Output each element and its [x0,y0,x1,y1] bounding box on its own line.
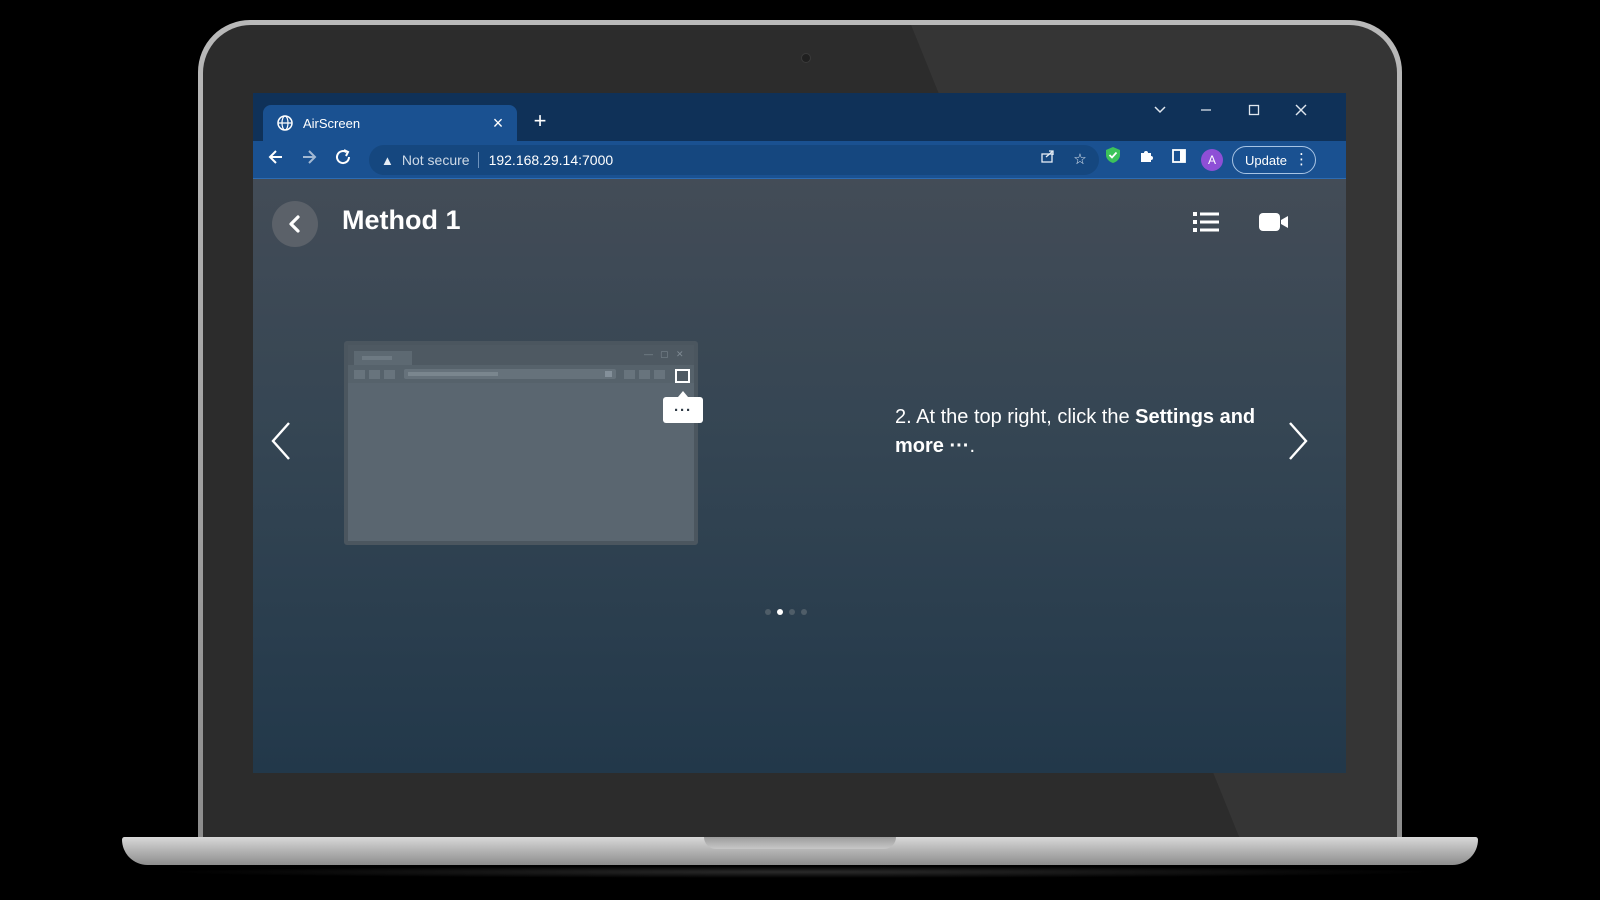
illustration-highlight-box [675,369,690,383]
browser-tab-active[interactable]: AirScreen × [263,105,517,141]
new-tab-button[interactable]: + [528,109,552,133]
carousel-dot[interactable] [765,609,771,615]
close-window-icon[interactable] [1287,99,1315,127]
carousel-dot[interactable] [789,609,795,615]
address-separator [477,152,479,168]
laptop-bezel: AirScreen × + ▲ Not secure 192.168.29.14… [203,25,1397,845]
arrow-left-icon [268,150,282,164]
back-nav-button[interactable] [262,146,290,174]
browser-illustration: — ▢ ✕ ··· [344,341,703,545]
illustration-tab [354,351,412,365]
video-camera-icon[interactable] [1259,211,1289,233]
webcam [801,53,811,63]
instruction-end: . [969,435,976,457]
address-bar[interactable]: ▲ Not secure 192.168.29.14:7000 ☆ [369,145,1099,175]
maximize-icon[interactable] [1240,99,1268,127]
illustration-tool-block [654,370,665,379]
share-icon[interactable] [1037,145,1059,175]
back-button[interactable] [272,201,318,247]
arrow-right-icon [303,150,317,164]
settings-more-callout: ··· [663,391,703,423]
reload-button[interactable] [329,146,357,174]
illustration-restore-icon: ▢ [660,349,669,359]
illustration-nav-block [354,370,365,379]
globe-icon [277,115,293,131]
illustration-nav-block [369,370,380,379]
reload-icon [336,149,351,165]
security-label[interactable]: Not secure [402,152,470,168]
chevron-left-icon [289,215,300,233]
minimize-icon[interactable] [1192,99,1220,127]
forward-nav-button[interactable] [295,146,323,174]
url-text[interactable]: 192.168.29.14:7000 [489,152,614,168]
bookmark-star-icon[interactable]: ☆ [1069,145,1091,175]
kebab-menu-icon[interactable]: ⋮ [1294,147,1309,173]
profile-avatar[interactable]: A [1201,149,1223,171]
laptop-shadow [160,866,1440,878]
illustration-address-bar [404,369,616,379]
illustration-tool-block [639,370,650,379]
instruction-text: 2. At the top right, click the Settings … [895,403,1295,461]
close-tab-icon[interactable]: × [489,113,507,134]
list-icon[interactable] [1193,211,1219,233]
carousel-dot[interactable] [777,609,783,615]
carousel-pagination [765,609,807,615]
illustration-tabbar: — ▢ ✕ [348,345,694,365]
illustration-close-icon: ✕ [676,349,684,359]
laptop-lid: AirScreen × + ▲ Not secure 192.168.29.14… [198,20,1402,850]
laptop-screen: AirScreen × + ▲ Not secure 192.168.29.14… [253,93,1346,773]
illustration-toolbar [348,365,694,383]
previous-slide-button[interactable] [269,419,295,463]
illustration-nav-block [384,370,395,379]
instruction-prefix: 2. At the top right, click the [895,406,1136,428]
extensions-puzzle-icon[interactable] [1133,146,1159,174]
carousel-dot[interactable] [801,609,807,615]
warning-icon: ▲ [381,152,394,168]
tab-search-chevron-icon[interactable] [1146,99,1174,127]
browser-toolbar: ▲ Not secure 192.168.29.14:7000 ☆ A Upda… [253,141,1346,179]
page-title: Method 1 [342,205,461,235]
update-button[interactable]: Update ⋮ [1232,146,1316,174]
instruction-ellipsis: ··· [943,435,970,457]
browser-tabstrip: AirScreen × + [253,93,1346,141]
shield-extension-icon[interactable] [1100,146,1126,174]
tab-title: AirScreen [303,115,361,131]
laptop-base-notch [704,837,896,849]
illustration-tool-block [624,370,635,379]
side-panel-icon[interactable] [1166,146,1192,174]
update-label: Update [1245,152,1287,168]
airscreen-page: Method 1 — ▢ ✕ ··· 2. At the top right, … [253,179,1346,773]
illustration-minimize-icon: — [644,349,653,359]
stage: AirScreen × + ▲ Not secure 192.168.29.14… [0,0,1600,900]
laptop-base [122,837,1478,865]
